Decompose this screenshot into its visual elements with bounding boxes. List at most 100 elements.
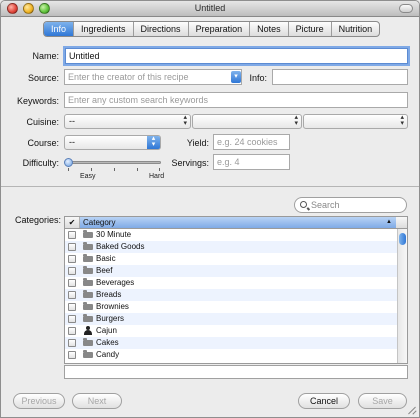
tab-preparation[interactable]: Preparation (189, 22, 251, 36)
source-combo-field[interactable]: Enter the creator of this recipe (64, 69, 242, 85)
cuisine-popup-3[interactable]: ▴ ▾ (303, 114, 408, 129)
toolbar-toggle-icon[interactable] (399, 4, 413, 13)
resize-grip-icon[interactable] (407, 405, 417, 415)
folder-icon (83, 266, 93, 274)
list-item[interactable]: Cakes (65, 337, 398, 349)
list-item[interactable]: Basic (65, 253, 398, 265)
list-item[interactable]: Beverages (65, 277, 398, 289)
list-item[interactable]: Candy (65, 349, 398, 361)
previous-button[interactable]: Previous (13, 393, 65, 409)
category-checkbox[interactable] (68, 279, 76, 287)
list-item[interactable]: Breads (65, 289, 398, 301)
category-column-title: Category (83, 218, 116, 227)
checked-column-header[interactable]: ✔ (65, 217, 80, 228)
list-item[interactable]: Cajun (65, 325, 398, 337)
categories-label: Categories: (14, 215, 61, 225)
folder-icon (83, 290, 93, 298)
tab-ingredients[interactable]: Ingredients (74, 22, 134, 36)
category-search-field[interactable]: Search (294, 197, 407, 213)
search-placeholder: Search (311, 200, 340, 210)
folder-icon (83, 230, 93, 238)
category-name: Basic (96, 254, 116, 263)
difficulty-easy-label: Easy (80, 173, 96, 180)
title-bar[interactable]: Untitled (1, 1, 419, 17)
info-field[interactable] (272, 69, 408, 85)
folder-icon (83, 254, 93, 262)
tab-directions[interactable]: Directions (134, 22, 189, 36)
cuisine-popup-1[interactable]: -- ▴ ▾ (64, 114, 191, 129)
vertical-scrollbar[interactable] (397, 229, 407, 363)
minimize-icon[interactable] (23, 3, 34, 14)
tab-picture[interactable]: Picture (289, 22, 332, 36)
category-list: 30 Minute Baked Goods Basic Beef Beverages Br… (65, 229, 398, 361)
slider-tick (159, 168, 160, 171)
category-checkbox[interactable] (68, 291, 76, 299)
servings-label: Servings: (171, 158, 209, 168)
table-header: ✔ Category ▲ (65, 217, 407, 229)
list-item[interactable]: Burgers (65, 313, 398, 325)
course-popup[interactable]: -- ▴ ▾ (64, 135, 161, 150)
slider-tick (114, 168, 115, 171)
category-name: Beverages (96, 278, 135, 287)
updown-arrows-icon: ▴ ▾ (400, 114, 404, 127)
window-title: Untitled (194, 3, 226, 13)
category-checkbox[interactable] (68, 351, 76, 359)
name-field[interactable]: Untitled (65, 48, 408, 64)
category-name: Burgers (96, 314, 125, 323)
folder-icon (83, 314, 93, 322)
selected-categories-strip (64, 365, 408, 379)
slider-tick (91, 168, 92, 171)
list-item[interactable]: Beef (65, 265, 398, 277)
slider-tick (137, 168, 138, 171)
course-popup-value: -- (69, 137, 75, 147)
category-name: 30 Minute (96, 230, 132, 239)
recipe-window: Untitled Info Ingredients Directions Pre… (0, 0, 420, 418)
category-checkbox[interactable] (68, 267, 76, 275)
category-checkbox[interactable] (68, 315, 76, 323)
folder-icon (83, 338, 93, 346)
category-checkbox[interactable] (68, 243, 76, 251)
difficulty-hard-label: Hard (149, 173, 165, 180)
category-name: Beef (96, 266, 113, 275)
difficulty-slider-track[interactable] (66, 161, 161, 164)
tab-nutrition[interactable]: Nutrition (332, 22, 380, 36)
updown-arrows-icon: ▴ ▾ (147, 135, 160, 149)
source-dropdown-button[interactable]: ▾ (231, 71, 241, 83)
zoom-icon[interactable] (39, 3, 50, 14)
section-divider (1, 186, 419, 187)
cuisine-label: Cuisine: (26, 117, 59, 127)
category-checkbox[interactable] (68, 303, 76, 311)
list-item[interactable]: Baked Goods (65, 241, 398, 253)
tab-notes[interactable]: Notes (250, 22, 289, 36)
person-icon (83, 326, 93, 335)
yield-field[interactable]: e.g. 24 cookies (213, 134, 290, 150)
folder-icon (83, 302, 93, 310)
next-button[interactable]: Next (72, 393, 122, 409)
keywords-field[interactable]: Enter any custom search keywords (64, 92, 408, 108)
category-name: Brownies (96, 302, 129, 311)
search-icon (300, 201, 307, 208)
updown-arrows-icon: ▴ ▾ (294, 114, 298, 127)
list-item[interactable]: 30 Minute (65, 229, 398, 241)
category-checkbox[interactable] (68, 231, 76, 239)
category-column-header[interactable]: Category ▲ (80, 217, 396, 228)
category-name: Baked Goods (96, 242, 145, 251)
cancel-button[interactable]: Cancel (298, 393, 350, 409)
yield-label: Yield: (186, 138, 209, 148)
servings-field[interactable]: e.g. 4 (213, 154, 290, 170)
category-name: Cajun (96, 326, 117, 335)
difficulty-slider-thumb[interactable] (64, 158, 73, 167)
name-label: Name: (32, 51, 59, 61)
save-button[interactable]: Save (358, 393, 407, 409)
category-checkbox[interactable] (68, 255, 76, 263)
sort-ascending-icon: ▲ (386, 219, 392, 225)
close-icon[interactable] (7, 3, 18, 14)
folder-icon (83, 278, 93, 286)
tab-info[interactable]: Info (44, 22, 75, 36)
scrollbar-thumb[interactable] (399, 233, 406, 245)
cuisine-popup-1-value: -- (69, 116, 75, 126)
cuisine-popup-2[interactable]: ▴ ▾ (192, 114, 302, 129)
category-checkbox[interactable] (68, 327, 76, 335)
category-checkbox[interactable] (68, 339, 76, 347)
list-item[interactable]: Brownies (65, 301, 398, 313)
